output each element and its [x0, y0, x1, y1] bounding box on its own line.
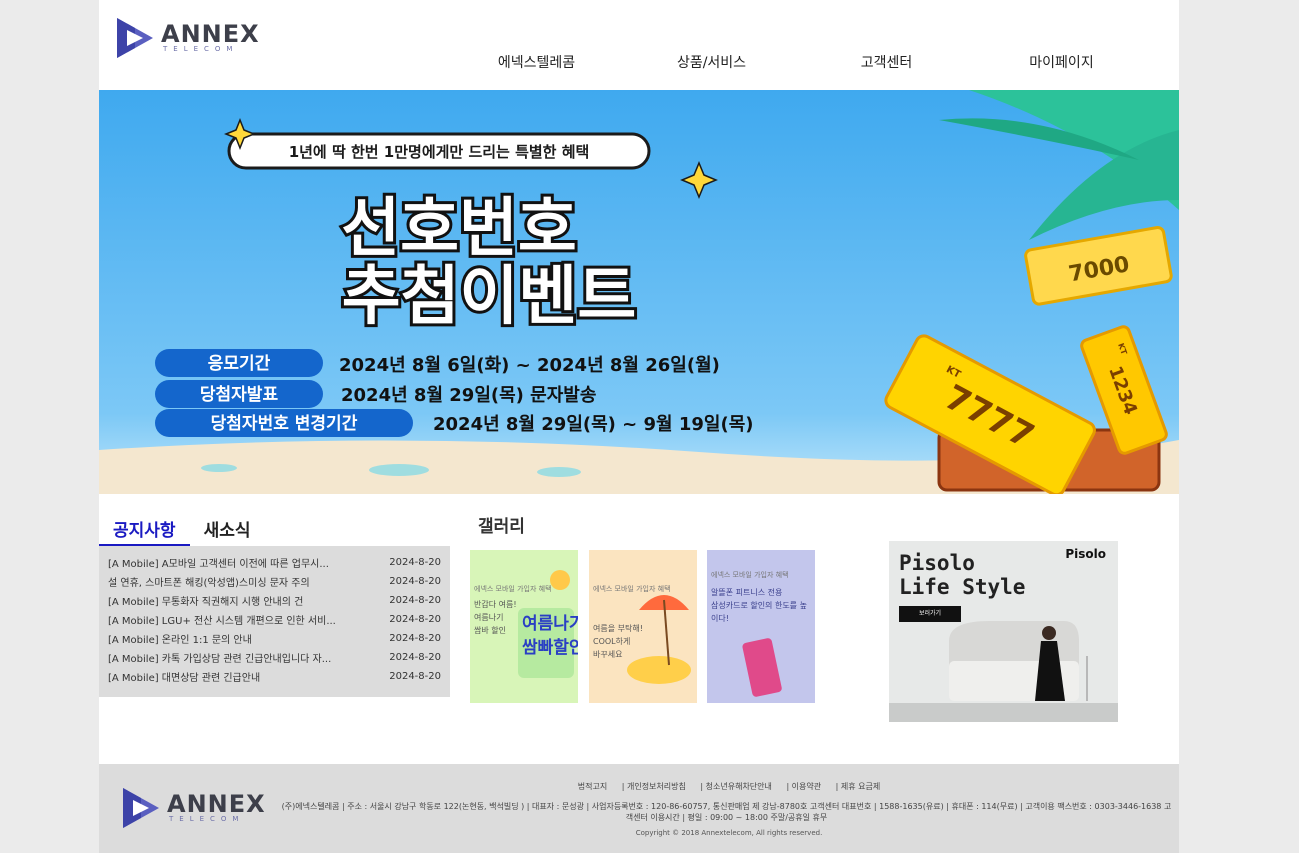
tab-news[interactable]: 새소식: [190, 512, 265, 546]
nav-item-company[interactable]: 에넥스텔레콤: [449, 52, 624, 72]
banner-row-label-2: 당첨자발표: [200, 384, 279, 405]
logo-play-icon: [123, 788, 159, 828]
pisolo-ad-brand: Pisolo: [1065, 547, 1106, 561]
logo-sub: TELECOM: [169, 814, 245, 823]
banner-row-label-1: 응모기간: [208, 354, 271, 374]
notice-date: 2024-8-20: [389, 671, 441, 682]
notice-title[interactable]: [A Mobile] 무통화자 직권해지 시행 안내의 건: [108, 593, 363, 608]
footer-link-youth[interactable]: | 청소년유해차단안내: [700, 782, 771, 791]
event-banner-art: 1년에 딱 한번 1만명에게만 드리는 특별한 혜택 선호번호 추첨이벤트 응모…: [99, 90, 1179, 494]
notice-title[interactable]: [A Mobile] LGU+ 전산 시스템 개편으로 인한 서비...: [108, 612, 363, 627]
gallery-thumb-1-headline: 여름나기 쌈빠할인: [522, 614, 578, 658]
gallery-thumb-1-text: 반갑다 여름! 여름나기 쌈바 할인: [474, 600, 517, 635]
footer-copyright: Copyright © 2018 Annextelecom, All right…: [635, 829, 823, 837]
gallery-title: 갤러리: [478, 517, 525, 537]
pisolo-ad-title: Pisolo Life Style: [899, 551, 1026, 599]
logo-play-icon: [117, 18, 153, 58]
notice-date: 2024-8-20: [389, 614, 441, 625]
main-nav: 에넥스텔레콤 상품/서비스 고객센터 마이페이지: [449, 52, 1149, 72]
gallery-thumb-3-text: 알뜰폰 피트니스 전용 삼성카드로 할인의 한도를 높이다!: [711, 588, 807, 623]
list-item[interactable]: [A Mobile] 대면상담 관련 긴급안내 2024-8-20: [99, 667, 450, 686]
gallery-thumb-2-caption: 에넥스 모바일 가입자 혜택: [593, 585, 671, 593]
gallery-thumb-3-caption: 에넥스 모바일 가입자 혜택: [711, 571, 789, 579]
footer-links: 법적고지 | 개인정보처리방침 | 청소년유해차단안내 | 이용약관 | 제휴 …: [259, 781, 1199, 792]
gallery-thumb-1-caption: 에넥스 모바일 가입자 혜택: [474, 585, 552, 593]
notice-tabs: 공지사항 새소식: [99, 512, 450, 546]
banner-row-value-3: 2024년 8월 29일(목) ~ 9월 19일(목): [433, 414, 754, 435]
page: ANNEX TELECOM 에넥스텔레콤 상품/서비스 고객센터 마이페이지 1…: [99, 0, 1179, 853]
notice-title[interactable]: [A Mobile] 온라인 1:1 문의 안내: [108, 631, 363, 646]
pisolo-ad[interactable]: Pisolo Life Style Pisolo 보러가기: [889, 541, 1118, 722]
notice-panel: 공지사항 새소식 [A Mobile] A모바일 고객센터 이전에 따른 업무시…: [99, 512, 450, 697]
list-item[interactable]: [A Mobile] 무통화자 직권해지 시행 안내의 건 2024-8-20: [99, 591, 450, 610]
footer-link-partner-plan[interactable]: | 제휴 요금제: [836, 782, 881, 791]
banner-ribbon: 1년에 딱 한번 1만명에게만 드리는 특별한 혜택: [289, 143, 590, 161]
footer-link-terms[interactable]: | 이용약관: [786, 782, 821, 791]
footer-link-privacy[interactable]: | 개인정보처리방침: [622, 782, 686, 791]
banner-headline-2: 추첨이벤트: [342, 260, 636, 334]
notice-list: [A Mobile] A모바일 고객센터 이전에 따른 업무시... 2024-8…: [99, 546, 450, 697]
footer: ANNEX TELECOM 법적고지 | 개인정보처리방침 | 청소년유해차단안…: [99, 764, 1179, 853]
notice-date: 2024-8-20: [389, 652, 441, 663]
banner-row-label-3: 당첨자번호 변경기간: [211, 413, 358, 434]
notice-date: 2024-8-20: [389, 557, 441, 568]
header: ANNEX TELECOM 에넥스텔레콤 상품/서비스 고객센터 마이페이지: [99, 0, 1179, 90]
logo-brand: ANNEX: [161, 19, 260, 48]
tab-notice[interactable]: 공지사항: [99, 512, 190, 546]
list-item[interactable]: [A Mobile] LGU+ 전산 시스템 개편으로 인한 서비... 2024…: [99, 610, 450, 629]
header-logo[interactable]: ANNEX TELECOM: [115, 16, 260, 60]
pisolo-ad-button[interactable]: 보러가기: [899, 606, 961, 622]
notice-date: 2024-8-20: [389, 576, 441, 587]
banner-row-value-2: 2024년 8월 29일(목) 문자발송: [341, 385, 596, 406]
footer-link-legal[interactable]: 법적고지: [578, 782, 607, 791]
logo-sub: TELECOM: [163, 44, 239, 53]
list-item[interactable]: [A Mobile] 카톡 가입상담 관련 긴급안내입니다 자... 2024-8…: [99, 648, 450, 667]
nav-item-support[interactable]: 고객센터: [799, 52, 974, 72]
list-item[interactable]: [A Mobile] A모바일 고객센터 이전에 따른 업무시... 2024-8…: [99, 553, 450, 572]
notice-title[interactable]: [A Mobile] A모바일 고객센터 이전에 따른 업무시...: [108, 555, 363, 570]
nav-item-mypage[interactable]: 마이페이지: [974, 52, 1149, 72]
nav-item-products[interactable]: 상품/서비스: [624, 52, 799, 72]
gallery-thumb-2[interactable]: 에넥스 모바일 가입자 혜택 여름을 부탁해! COOL하게 바꾸세요: [589, 550, 697, 703]
banner-row-value-1: 2024년 8월 6일(화) ~ 2024년 8월 26일(월): [339, 355, 720, 376]
gallery-thumb-1[interactable]: 에넥스 모바일 가입자 혜택 반갑다 여름! 여름나기 쌈바 할인 여름나기 쌈…: [470, 550, 578, 703]
list-item[interactable]: 설 연휴, 스마트폰 해킹(악성앱)스미싱 문자 주의 2024-8-20: [99, 572, 450, 591]
gallery-thumb-2-text: 여름을 부탁해! COOL하게 바꾸세요: [593, 624, 643, 659]
footer-logo[interactable]: ANNEX TELECOM: [121, 786, 266, 830]
gallery-thumb-3[interactable]: 에넥스 모바일 가입자 혜택 알뜰폰 피트니스 전용 삼성카드로 할인의 한도를…: [707, 550, 815, 703]
event-banner[interactable]: 1년에 딱 한번 1만명에게만 드리는 특별한 혜택 선호번호 추첨이벤트 응모…: [99, 90, 1179, 494]
list-item[interactable]: [A Mobile] 온라인 1:1 문의 안내 2024-8-20: [99, 629, 450, 648]
notice-title[interactable]: [A Mobile] 카톡 가입상담 관련 긴급안내입니다 자...: [108, 650, 363, 665]
notice-title[interactable]: 설 연휴, 스마트폰 해킹(악성앱)스미싱 문자 주의: [108, 574, 363, 589]
banner-headline-1: 선호번호: [341, 192, 577, 266]
logo-brand: ANNEX: [167, 789, 266, 818]
notice-title[interactable]: [A Mobile] 대면상담 관련 긴급안내: [108, 669, 363, 684]
footer-company-info: (주)에넥스텔레콤 | 주소 : 서울시 강남구 학동로 122(논현동, 백석…: [281, 802, 1172, 822]
notice-date: 2024-8-20: [389, 633, 441, 644]
notice-date: 2024-8-20: [389, 595, 441, 606]
